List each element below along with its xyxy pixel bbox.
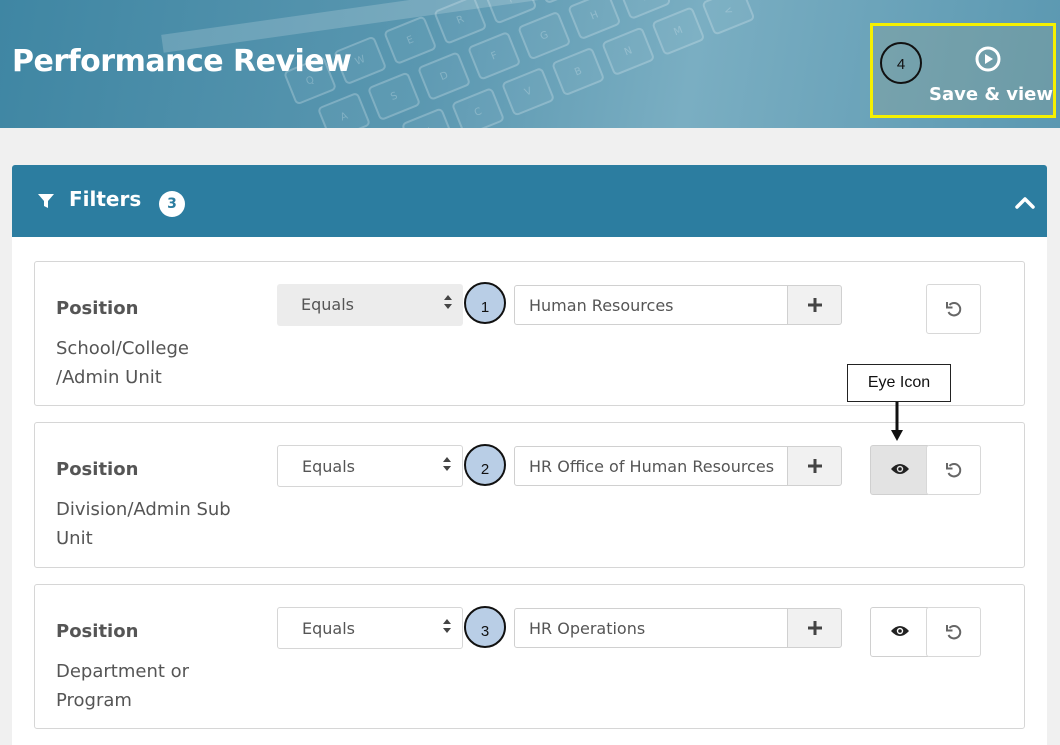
- operator-value: Equals: [301, 295, 354, 314]
- keyboard-key: G: [517, 10, 572, 61]
- keyboard-key: H: [567, 0, 622, 41]
- play-circle-icon: [975, 46, 1001, 72]
- operator-value: Equals: [302, 619, 355, 638]
- keyboard-key: V: [500, 66, 556, 117]
- save-and-view-label: Save & view: [929, 84, 1054, 105]
- filter-funnel-icon: [38, 194, 54, 208]
- filter-field-label: Position: [56, 621, 139, 642]
- filters-panel-header[interactable]: Filters 3: [12, 165, 1047, 237]
- plus-icon: [808, 298, 822, 312]
- filter-field-label: Position: [56, 459, 139, 480]
- plus-icon: [808, 459, 822, 473]
- keyboard-key: D: [416, 51, 472, 102]
- callout-4: 4: [880, 42, 922, 84]
- filter-subfield-label: Department or Program: [56, 661, 190, 711]
- page-title: Performance Review: [12, 44, 352, 79]
- keyboard-key: M: [651, 6, 706, 56]
- filter-row: Position Department or Program Equals HR…: [34, 584, 1025, 729]
- keyboard-key: S: [366, 71, 422, 122]
- keyboard-key: A: [316, 91, 372, 128]
- keyboard-key: C: [450, 87, 506, 128]
- reset-filter-button[interactable]: [926, 284, 981, 334]
- filters-title: Filters: [69, 187, 142, 211]
- chevron-up-icon[interactable]: [1013, 193, 1037, 211]
- operator-select[interactable]: Equals: [277, 284, 463, 326]
- arrow-down-icon: [891, 402, 903, 441]
- reset-filter-button[interactable]: [926, 445, 981, 495]
- sort-arrows-icon: [443, 457, 451, 471]
- callout-2: 2: [464, 444, 506, 486]
- add-value-button[interactable]: [787, 446, 842, 486]
- filter-subfield-label: Division/Admin Sub Unit: [56, 499, 231, 549]
- undo-icon: [946, 463, 962, 478]
- filter-value-input[interactable]: HR Office of Human Resources: [514, 446, 788, 486]
- undo-icon: [946, 302, 962, 317]
- sort-arrows-icon: [443, 619, 451, 633]
- callout-1: 1: [464, 282, 506, 324]
- callout-3: 3: [464, 606, 506, 648]
- toggle-visibility-button[interactable]: [870, 445, 928, 495]
- filter-value-input[interactable]: HR Operations: [514, 608, 788, 648]
- eye-icon-annotation: Eye Icon: [847, 364, 951, 402]
- toggle-visibility-button[interactable]: [870, 607, 928, 657]
- filter-value-input[interactable]: Human Resources: [514, 285, 788, 325]
- eye-icon: [891, 626, 909, 636]
- keyboard-key: F: [467, 30, 522, 81]
- filters-count-badge: 3: [159, 191, 185, 217]
- keyboard-key: B: [551, 46, 606, 97]
- keyboard-key: <: [701, 0, 756, 36]
- eye-icon: [891, 464, 909, 474]
- operator-value: Equals: [302, 457, 355, 476]
- undo-icon: [946, 625, 962, 640]
- keyboard-key: X: [400, 107, 456, 128]
- operator-select[interactable]: Equals: [277, 445, 463, 487]
- filter-subfield-label: School/College /Admin Unit: [56, 338, 189, 388]
- reset-filter-button[interactable]: [926, 607, 981, 657]
- filter-field-label: Position: [56, 298, 139, 319]
- plus-icon: [808, 621, 822, 635]
- keyboard-key: E: [383, 15, 438, 66]
- add-value-button[interactable]: [787, 285, 842, 325]
- operator-select[interactable]: Equals: [277, 607, 463, 649]
- add-value-button[interactable]: [787, 608, 842, 648]
- filter-row: Position Division/Admin Sub Unit Equals …: [34, 422, 1025, 568]
- sort-arrows-icon: [444, 295, 452, 309]
- keyboard-key: N: [601, 26, 656, 77]
